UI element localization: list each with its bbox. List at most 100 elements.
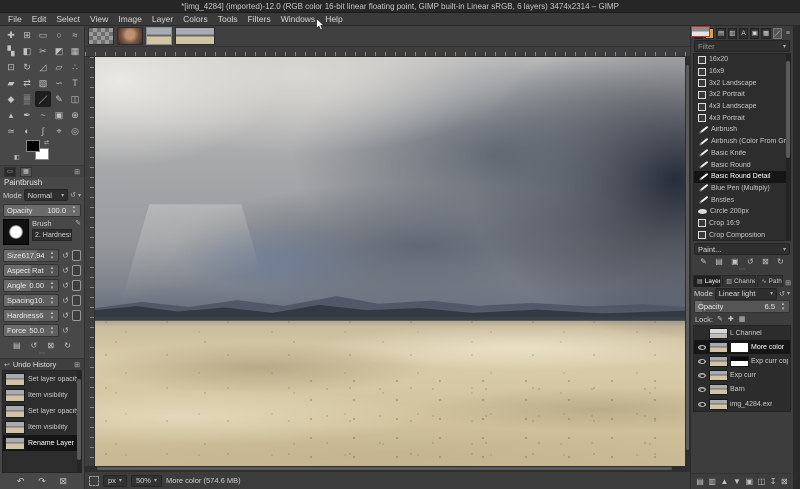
new-layer-group-button[interactable]: ▥: [708, 477, 716, 486]
tool-free-select[interactable]: ≈: [67, 27, 83, 43]
lock-pixels-icon[interactable]: ✎: [717, 315, 723, 323]
edit-brush-icon[interactable]: ✎: [75, 219, 81, 247]
preset-item[interactable]: 4x3 Portrait: [694, 112, 790, 124]
reset-icon[interactable]: ↺: [61, 296, 70, 305]
eye-icon[interactable]: [698, 402, 706, 407]
image-tab-transparent[interactable]: [88, 27, 114, 45]
preset-item[interactable]: 16x9: [694, 66, 790, 78]
spinner[interactable]: ▴▾: [47, 250, 57, 261]
edit-preset-button[interactable]: ✎: [700, 257, 707, 266]
menu-item-tools[interactable]: Tools: [213, 13, 243, 25]
tool-paintbrush[interactable]: ／: [35, 91, 51, 107]
tool-warp-transform[interactable]: ∽: [51, 75, 67, 91]
quick-mask-toggle[interactable]: [89, 476, 99, 486]
layer-visibility-cell[interactable]: [696, 387, 707, 392]
tool-alignment[interactable]: ⊞: [19, 27, 35, 43]
eye-icon[interactable]: [698, 387, 706, 392]
duplicate-layer-button[interactable]: ▣: [746, 477, 754, 486]
brush-thumbnail[interactable]: [3, 219, 29, 245]
tool-perspective[interactable]: ▰: [3, 75, 19, 91]
tool-pencil[interactable]: ✎: [51, 91, 67, 107]
tool-color-picker[interactable]: ⌖: [51, 123, 67, 139]
tab-fonts-icon[interactable]: A: [739, 28, 748, 39]
spinner[interactable]: ▴▾: [47, 265, 57, 276]
preset-filter-select[interactable]: Filter ▾: [694, 40, 790, 52]
menu-item-edit[interactable]: Edit: [27, 13, 52, 25]
delete-layer-button[interactable]: ⊠: [781, 477, 788, 486]
clear-history-button[interactable]: ⊠: [60, 476, 68, 487]
layer-visibility-cell[interactable]: [696, 373, 707, 378]
dynamics-icon[interactable]: [72, 280, 81, 291]
layer-row[interactable]: img_4284.exr: [694, 397, 790, 411]
tool-ellipse-select[interactable]: ○: [51, 27, 67, 43]
tab-channels[interactable]: ▥Channels: [722, 275, 756, 287]
slider-hardness[interactable]: Hardness63.5▴▾: [3, 309, 59, 322]
layer-row[interactable]: Barn: [694, 383, 790, 397]
tool-shear[interactable]: ▱: [51, 59, 67, 75]
tool-heal[interactable]: ⊕: [67, 107, 83, 123]
preset-item[interactable]: Basic Round: [694, 159, 790, 171]
preset-item[interactable]: Blue Pen (Multiply): [694, 183, 790, 195]
eye-icon[interactable]: [698, 373, 706, 378]
preset-item[interactable]: Basic Round Detail: [694, 171, 790, 183]
brush-name-button[interactable]: 2. Hardness 050: [32, 229, 72, 241]
tab-paths[interactable]: ∿Paths: [757, 275, 783, 287]
tool-select-by-color[interactable]: ◧: [19, 43, 35, 59]
tool-scale[interactable]: ◿: [35, 59, 51, 75]
tool-airbrush[interactable]: ▴: [3, 107, 19, 123]
menu-item-file[interactable]: File: [3, 13, 27, 25]
dynamics-icon[interactable]: [72, 265, 81, 276]
menu-item-windows[interactable]: Windows: [276, 13, 320, 25]
spin-down-icon[interactable]: ▾: [51, 286, 54, 291]
reset-icon[interactable]: ↺: [61, 326, 70, 335]
undo-scrollbar[interactable]: [77, 371, 81, 472]
reset-icon[interactable]: ↺: [61, 266, 70, 275]
reset-tool-options-button[interactable]: ↻: [64, 341, 71, 350]
lock-position-icon[interactable]: ✚: [728, 315, 734, 323]
tool-paths[interactable]: ∫: [35, 123, 51, 139]
reset-icon[interactable]: ↺: [61, 281, 70, 290]
preset-item[interactable]: 4x3 Landscape: [694, 101, 790, 113]
dock-menu-icon[interactable]: ⊞: [74, 361, 80, 369]
menu-item-view[interactable]: View: [85, 13, 113, 25]
eye-icon[interactable]: [698, 345, 706, 350]
undo-item[interactable]: Rename Layer: [3, 435, 81, 451]
tool-zoom[interactable]: ◎: [67, 123, 83, 139]
delete-tool-preset-button[interactable]: ⊠: [47, 341, 54, 350]
horizontal-scrollbar[interactable]: [85, 466, 690, 471]
undo-button[interactable]: ↶: [17, 476, 25, 487]
vertical-ruler[interactable]: [85, 57, 95, 466]
tool-crop[interactable]: ▦: [67, 43, 83, 59]
horizontal-ruler[interactable]: [85, 47, 690, 57]
spin-down-icon[interactable]: ▾: [51, 301, 54, 306]
undo-item[interactable]: Set layer opacity: [3, 371, 81, 387]
eye-icon[interactable]: [698, 359, 706, 364]
save-tool-preset-button[interactable]: ▤: [13, 341, 21, 350]
image-canvas[interactable]: [95, 57, 685, 466]
tab-device-status[interactable]: ▦: [20, 167, 32, 177]
redo-button[interactable]: ↷: [38, 476, 46, 487]
duplicate-preset-button[interactable]: ▣: [731, 257, 739, 266]
reset-icon[interactable]: ↺: [61, 311, 70, 320]
merge-down-button[interactable]: ◫: [758, 477, 766, 486]
tool-handle-transform[interactable]: ∴: [67, 59, 83, 75]
image-tab-landscape[interactable]: [146, 27, 172, 45]
layer-visibility-cell[interactable]: [696, 359, 707, 364]
tool-flip[interactable]: ⇄: [19, 75, 35, 91]
slider-spacing[interactable]: Spacing10.0▴▾: [3, 294, 59, 307]
undo-item[interactable]: Item visibility: [3, 419, 81, 435]
preset-item[interactable]: 3x2 Landscape: [694, 77, 790, 89]
layer-opacity-slider[interactable]: Opacity6.5 ▴▾: [694, 300, 790, 313]
tool-rectangle-select[interactable]: ▭: [35, 27, 51, 43]
layer-row[interactable]: Exp curr: [694, 369, 790, 383]
slider-size[interactable]: Size617.94▴▾: [3, 249, 59, 262]
tool-eraser[interactable]: ◫: [67, 91, 83, 107]
tool-foreground-select[interactable]: ◩: [51, 43, 67, 59]
layer-mask-thumbnail[interactable]: [730, 342, 749, 353]
spinner[interactable]: ▴▾: [47, 295, 57, 306]
tool-dodge-burn[interactable]: ◐: [19, 123, 35, 139]
undo-item[interactable]: Item visibility: [3, 387, 81, 403]
preset-item[interactable]: Basic Knife: [694, 148, 790, 160]
tool-gradient[interactable]: ▒: [19, 91, 35, 107]
delete-preset-button[interactable]: ⊠: [762, 257, 769, 266]
